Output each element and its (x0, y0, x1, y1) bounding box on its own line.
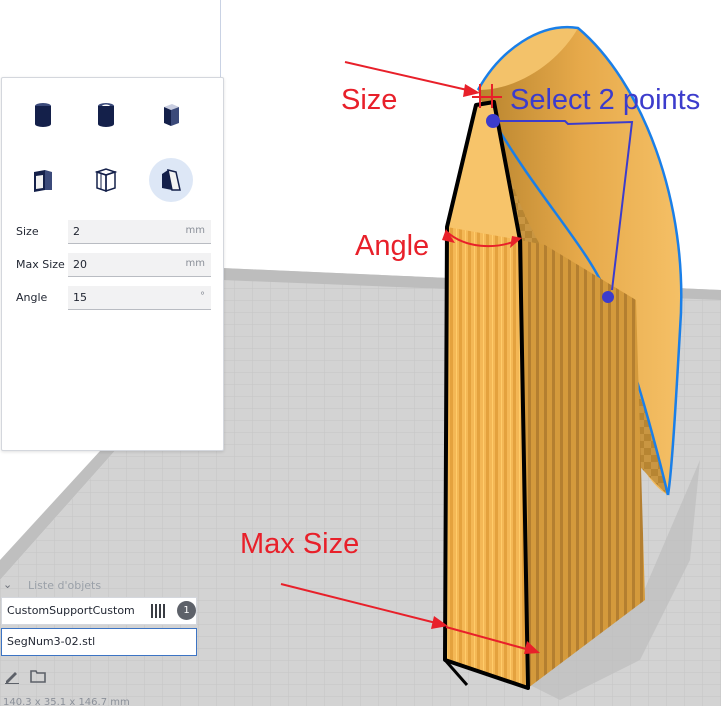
angle-input[interactable]: 15 ° (68, 286, 211, 310)
object-toolbar (0, 664, 60, 692)
max-size-unit: mm (185, 258, 205, 269)
size-unit: mm (185, 225, 205, 236)
angle-value: 15 (73, 291, 87, 304)
list-item[interactable]: SegNum3-02.stl (1, 628, 197, 656)
angle-annotation: Angle (355, 230, 430, 262)
size-label: Size (16, 225, 39, 238)
freeform-support-icon[interactable] (84, 158, 128, 202)
size-value: 2 (73, 225, 80, 238)
angle-label: Angle (16, 291, 48, 304)
folder-icon[interactable] (30, 669, 46, 683)
list-item[interactable]: CustomSupportCustom 1 (1, 597, 197, 625)
max-size-value: 20 (73, 258, 87, 271)
model-dimensions: 140.3 x 35.1 x 146.7 mm (3, 697, 130, 708)
selection-point-2[interactable] (602, 291, 614, 303)
chevron-down-icon[interactable]: ⌄ (3, 578, 12, 591)
max-size-input[interactable]: 20 mm (68, 253, 211, 277)
size-input[interactable]: 2 mm (68, 220, 211, 244)
object-count-badge: 1 (177, 601, 196, 620)
abutment-support-icon[interactable] (21, 158, 65, 202)
object-name: CustomSupportCustom (7, 604, 135, 617)
objects-list-title: Liste d'objets (28, 579, 102, 592)
tube-support-icon[interactable] (84, 93, 128, 137)
max-size-annotation: Max Size (240, 528, 360, 560)
size-annotation: Size (341, 84, 398, 116)
max-size-label: Max Size (16, 258, 65, 271)
cylinder-support-icon[interactable] (21, 93, 65, 137)
size-field-row: Size 2 mm (2, 220, 223, 246)
support-bars-icon (151, 604, 165, 618)
objects-list-header[interactable]: ⌄ Liste d'objets (0, 574, 220, 596)
angle-unit: ° (200, 291, 205, 302)
max-size-field-row: Max Size 20 mm (2, 253, 223, 279)
cube-support-icon[interactable] (149, 93, 193, 137)
object-name: SegNum3-02.stl (7, 635, 96, 648)
select-points-annotation: Select 2 points (510, 84, 701, 116)
angle-field-row: Angle 15 ° (2, 286, 223, 312)
support-tool-panel: Size 2 mm Max Size 20 mm Angle 15 ° (1, 77, 224, 451)
top-panel (0, 0, 221, 78)
objects-list: CustomSupportCustom 1 SegNum3-02.stl (1, 597, 197, 661)
custom-support-icon[interactable] (149, 158, 193, 202)
pencil-icon[interactable] (4, 668, 20, 684)
